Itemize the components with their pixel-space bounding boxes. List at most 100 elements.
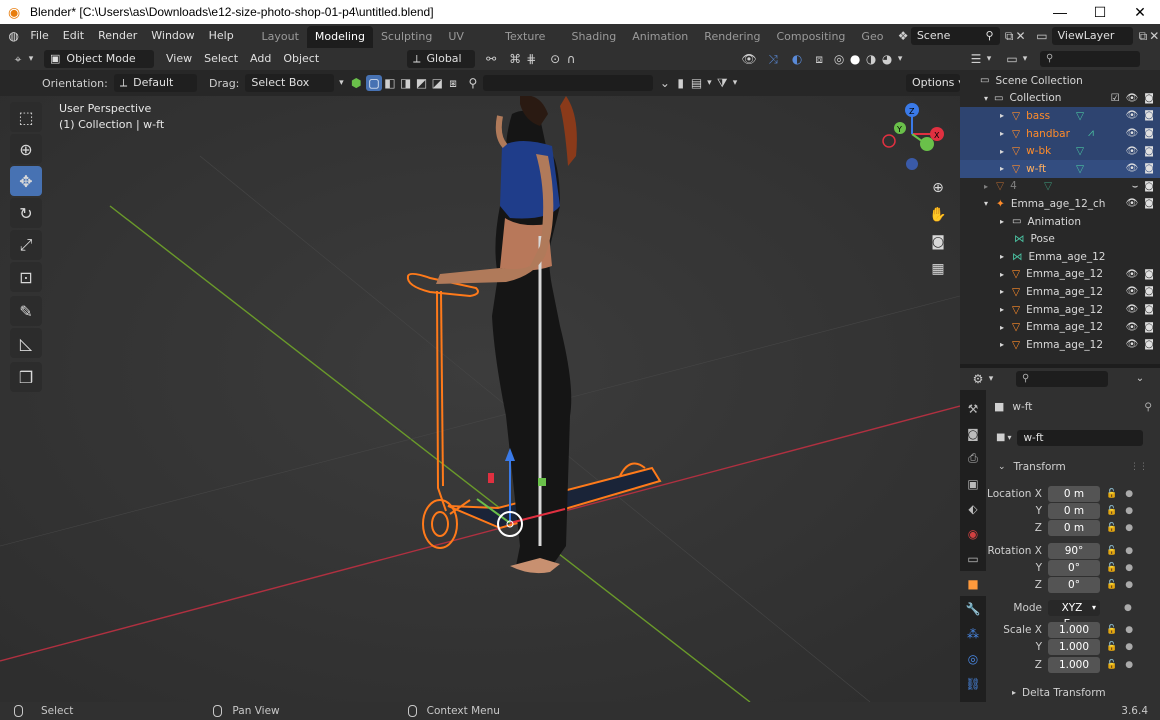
select-subtract-icon[interactable]: ◨ — [398, 75, 414, 91]
drag-handle-icon[interactable]: ⋮⋮ — [1130, 462, 1148, 472]
select-intersect-icon[interactable]: ◪ — [429, 75, 445, 91]
particles-tab-icon[interactable]: ⁂ — [960, 621, 986, 646]
eye-icon[interactable]: 👁 — [1126, 269, 1139, 280]
rendered-shading-icon[interactable]: ◕ — [879, 51, 895, 67]
object-name-input[interactable]: w-ft — [1017, 429, 1144, 446]
overlay-icon[interactable]: ◐ — [789, 51, 805, 67]
annotate-tool-icon[interactable]: ✎ — [10, 296, 42, 326]
constraints-tab-icon[interactable]: ⛓ — [960, 671, 986, 696]
expand-icon[interactable]: ▸ — [1000, 340, 1004, 349]
expand-icon[interactable]: ▾ — [984, 94, 988, 103]
properties-editor-icon[interactable]: ⚙ — [970, 371, 986, 387]
properties-search-input[interactable]: ⚲ — [1016, 371, 1108, 387]
drag-chevron-icon[interactable]: ▾ — [336, 75, 346, 91]
keyframe-dot-icon[interactable]: ● — [1125, 506, 1133, 516]
expand-icon[interactable]: ▸ — [1000, 217, 1004, 226]
blender-menu-icon[interactable]: ◍ — [8, 28, 19, 44]
zoom-icon[interactable]: ⊕ — [926, 176, 950, 200]
world-tab-icon[interactable]: ◉ — [960, 521, 986, 546]
filter-icon[interactable]: ⧩ — [714, 75, 730, 91]
keyframe-dot-icon[interactable]: ● — [1125, 489, 1133, 499]
transform-tool-icon[interactable]: ⊡ — [10, 262, 42, 292]
add-cube-tool-icon[interactable]: ❒ — [10, 362, 42, 392]
scene-icon[interactable]: ❖ — [897, 28, 909, 44]
tab-animation[interactable]: Animation — [624, 26, 696, 48]
view-layer-selector[interactable]: ViewLayer — [1051, 27, 1134, 45]
material-shading-icon[interactable]: ◑ — [863, 51, 879, 67]
eye-icon[interactable]: 👁 — [1126, 322, 1139, 333]
menu-render[interactable]: Render — [91, 24, 144, 48]
keyframe-dot-icon[interactable]: ● — [1125, 546, 1133, 556]
lock-icon[interactable]: 🔓 — [1106, 506, 1117, 516]
outliner-row-emma-mesh-2[interactable]: ▸ ▽ Emma_age_12 👁 ◙ — [960, 283, 1160, 301]
display-chevron-icon[interactable]: ▾ — [704, 75, 714, 91]
select-box-tool-icon[interactable]: ⬚ — [10, 102, 42, 132]
render-camera-icon[interactable]: ◙ — [1144, 181, 1154, 192]
scale-z-field[interactable]: 1.000 — [1048, 656, 1100, 673]
options-dropdown[interactable]: Options ▾ — [905, 74, 963, 92]
chevron-down-icon[interactable]: ▾ — [26, 51, 36, 67]
outliner-row-emma-mesh-3[interactable]: ▸ ▽ Emma_age_12 👁 ◙ — [960, 301, 1160, 319]
tab-uv-editing[interactable]: UV Editing — [440, 26, 497, 65]
outliner-row-w-ft[interactable]: ▸ ▽ w-ft ▽ 👁 ◙ — [960, 159, 1160, 178]
editor-type-icon[interactable]: ⌖ — [10, 51, 26, 67]
filter-chevron-icon[interactable]: ▾ — [730, 75, 740, 91]
object-tab-icon[interactable]: ■ — [960, 571, 986, 596]
modifier-tab-icon[interactable]: 🔧 — [960, 596, 986, 621]
move-tool-icon[interactable]: ✥ — [10, 166, 42, 196]
tab-texture-paint[interactable]: Texture Paint — [497, 26, 563, 65]
collection-tab-icon[interactable]: ▭ — [960, 546, 986, 571]
pin-icon[interactable]: ⚲ — [1144, 401, 1152, 413]
outliner-row-emma-armature-data[interactable]: ▸ ⋈ Emma_age_12 — [960, 248, 1160, 266]
expand-icon[interactable]: ▸ — [1000, 147, 1004, 156]
select-extend-icon[interactable]: ◧ — [382, 75, 398, 91]
filter-collapse-icon[interactable]: ⌄ — [657, 75, 673, 91]
outliner-row-pose[interactable]: ⋈ Pose — [960, 230, 1160, 248]
display-mode-chevron-icon[interactable]: ▾ — [1020, 51, 1030, 67]
outliner-row-animation[interactable]: ▸ ▭ Animation — [960, 213, 1160, 231]
rotation-mode-dropdown[interactable]: XYZ E... ▾ — [1048, 599, 1100, 630]
shading-chevron-icon[interactable]: ▾ — [895, 51, 905, 67]
menu-file[interactable]: File — [23, 24, 55, 48]
tool-tab-icon[interactable]: ⚒ — [960, 396, 986, 421]
outliner-search-input[interactable]: ⚲ — [1040, 51, 1140, 67]
expand-icon[interactable]: ▸ — [1000, 111, 1004, 120]
view-layer-tab-icon[interactable]: ▣ — [960, 471, 986, 496]
eye-icon[interactable]: 👁 — [1126, 146, 1139, 157]
falloff-icon[interactable]: ∩ — [563, 51, 579, 67]
tab-rendering[interactable]: Rendering — [696, 26, 768, 48]
scale-x-field[interactable]: 1.000 — [1048, 621, 1100, 638]
location-x-field[interactable]: 0 m — [1048, 485, 1100, 502]
render-camera-icon[interactable]: ◙ — [1144, 146, 1154, 157]
object-type-visibility-icon[interactable]: ⬢ — [348, 75, 364, 91]
expand-icon[interactable]: ▸ — [1000, 270, 1004, 279]
render-camera-icon[interactable]: ◙ — [1144, 110, 1154, 121]
close-button[interactable]: ✕ — [1120, 0, 1160, 24]
data-block-chevron-icon[interactable]: ▾ — [1007, 433, 1011, 442]
eye-icon[interactable]: 👁 — [1126, 339, 1139, 350]
pan-hand-icon[interactable]: ✋ — [926, 203, 950, 227]
lock-icon[interactable]: 🔓 — [1106, 523, 1117, 533]
rotation-x-field[interactable]: 90° — [1048, 542, 1100, 559]
outliner-row-bass[interactable]: ▸ ▽ bass ▽ 👁 ◙ — [960, 107, 1160, 125]
minimize-button[interactable]: — — [1040, 0, 1080, 24]
outliner-row-emma-armature[interactable]: ▾ ✦ Emma_age_12_ch 👁 ◙ — [960, 195, 1160, 213]
outliner-row-scene-collection[interactable]: ▭ Scene Collection — [960, 72, 1160, 90]
render-camera-icon[interactable]: ◙ — [1144, 269, 1154, 280]
remove-view-layer-icon[interactable]: ✕ — [1149, 28, 1160, 44]
visibility-icon[interactable]: 👁 — [741, 51, 757, 67]
snap-target-icon[interactable]: ⋕ — [523, 51, 539, 67]
menu-view[interactable]: View — [160, 50, 198, 68]
outliner-row-handbar[interactable]: ▸ ▽ handbar ⩘ 👁 ◙ — [960, 124, 1160, 143]
view-layer-icon[interactable]: ▭ — [1036, 28, 1047, 44]
tab-compositing[interactable]: Compositing — [768, 26, 853, 48]
tab-modeling[interactable]: Modeling — [306, 26, 373, 48]
camera-icon[interactable]: ◙ — [926, 230, 950, 254]
properties-chevron-icon[interactable]: ▾ — [986, 371, 996, 387]
transform-orientation-selector[interactable]: ⟂ Global — [407, 50, 476, 68]
proportional-edit-icon[interactable]: ⊙ — [547, 51, 563, 67]
lock-icon[interactable]: 🔓 — [1106, 642, 1117, 652]
outliner-row-emma-mesh-4[interactable]: ▸ ▽ Emma_age_12 👁 ◙ — [960, 318, 1160, 336]
menu-select[interactable]: Select — [198, 50, 244, 68]
eye-icon[interactable]: 👁 — [1126, 163, 1139, 174]
